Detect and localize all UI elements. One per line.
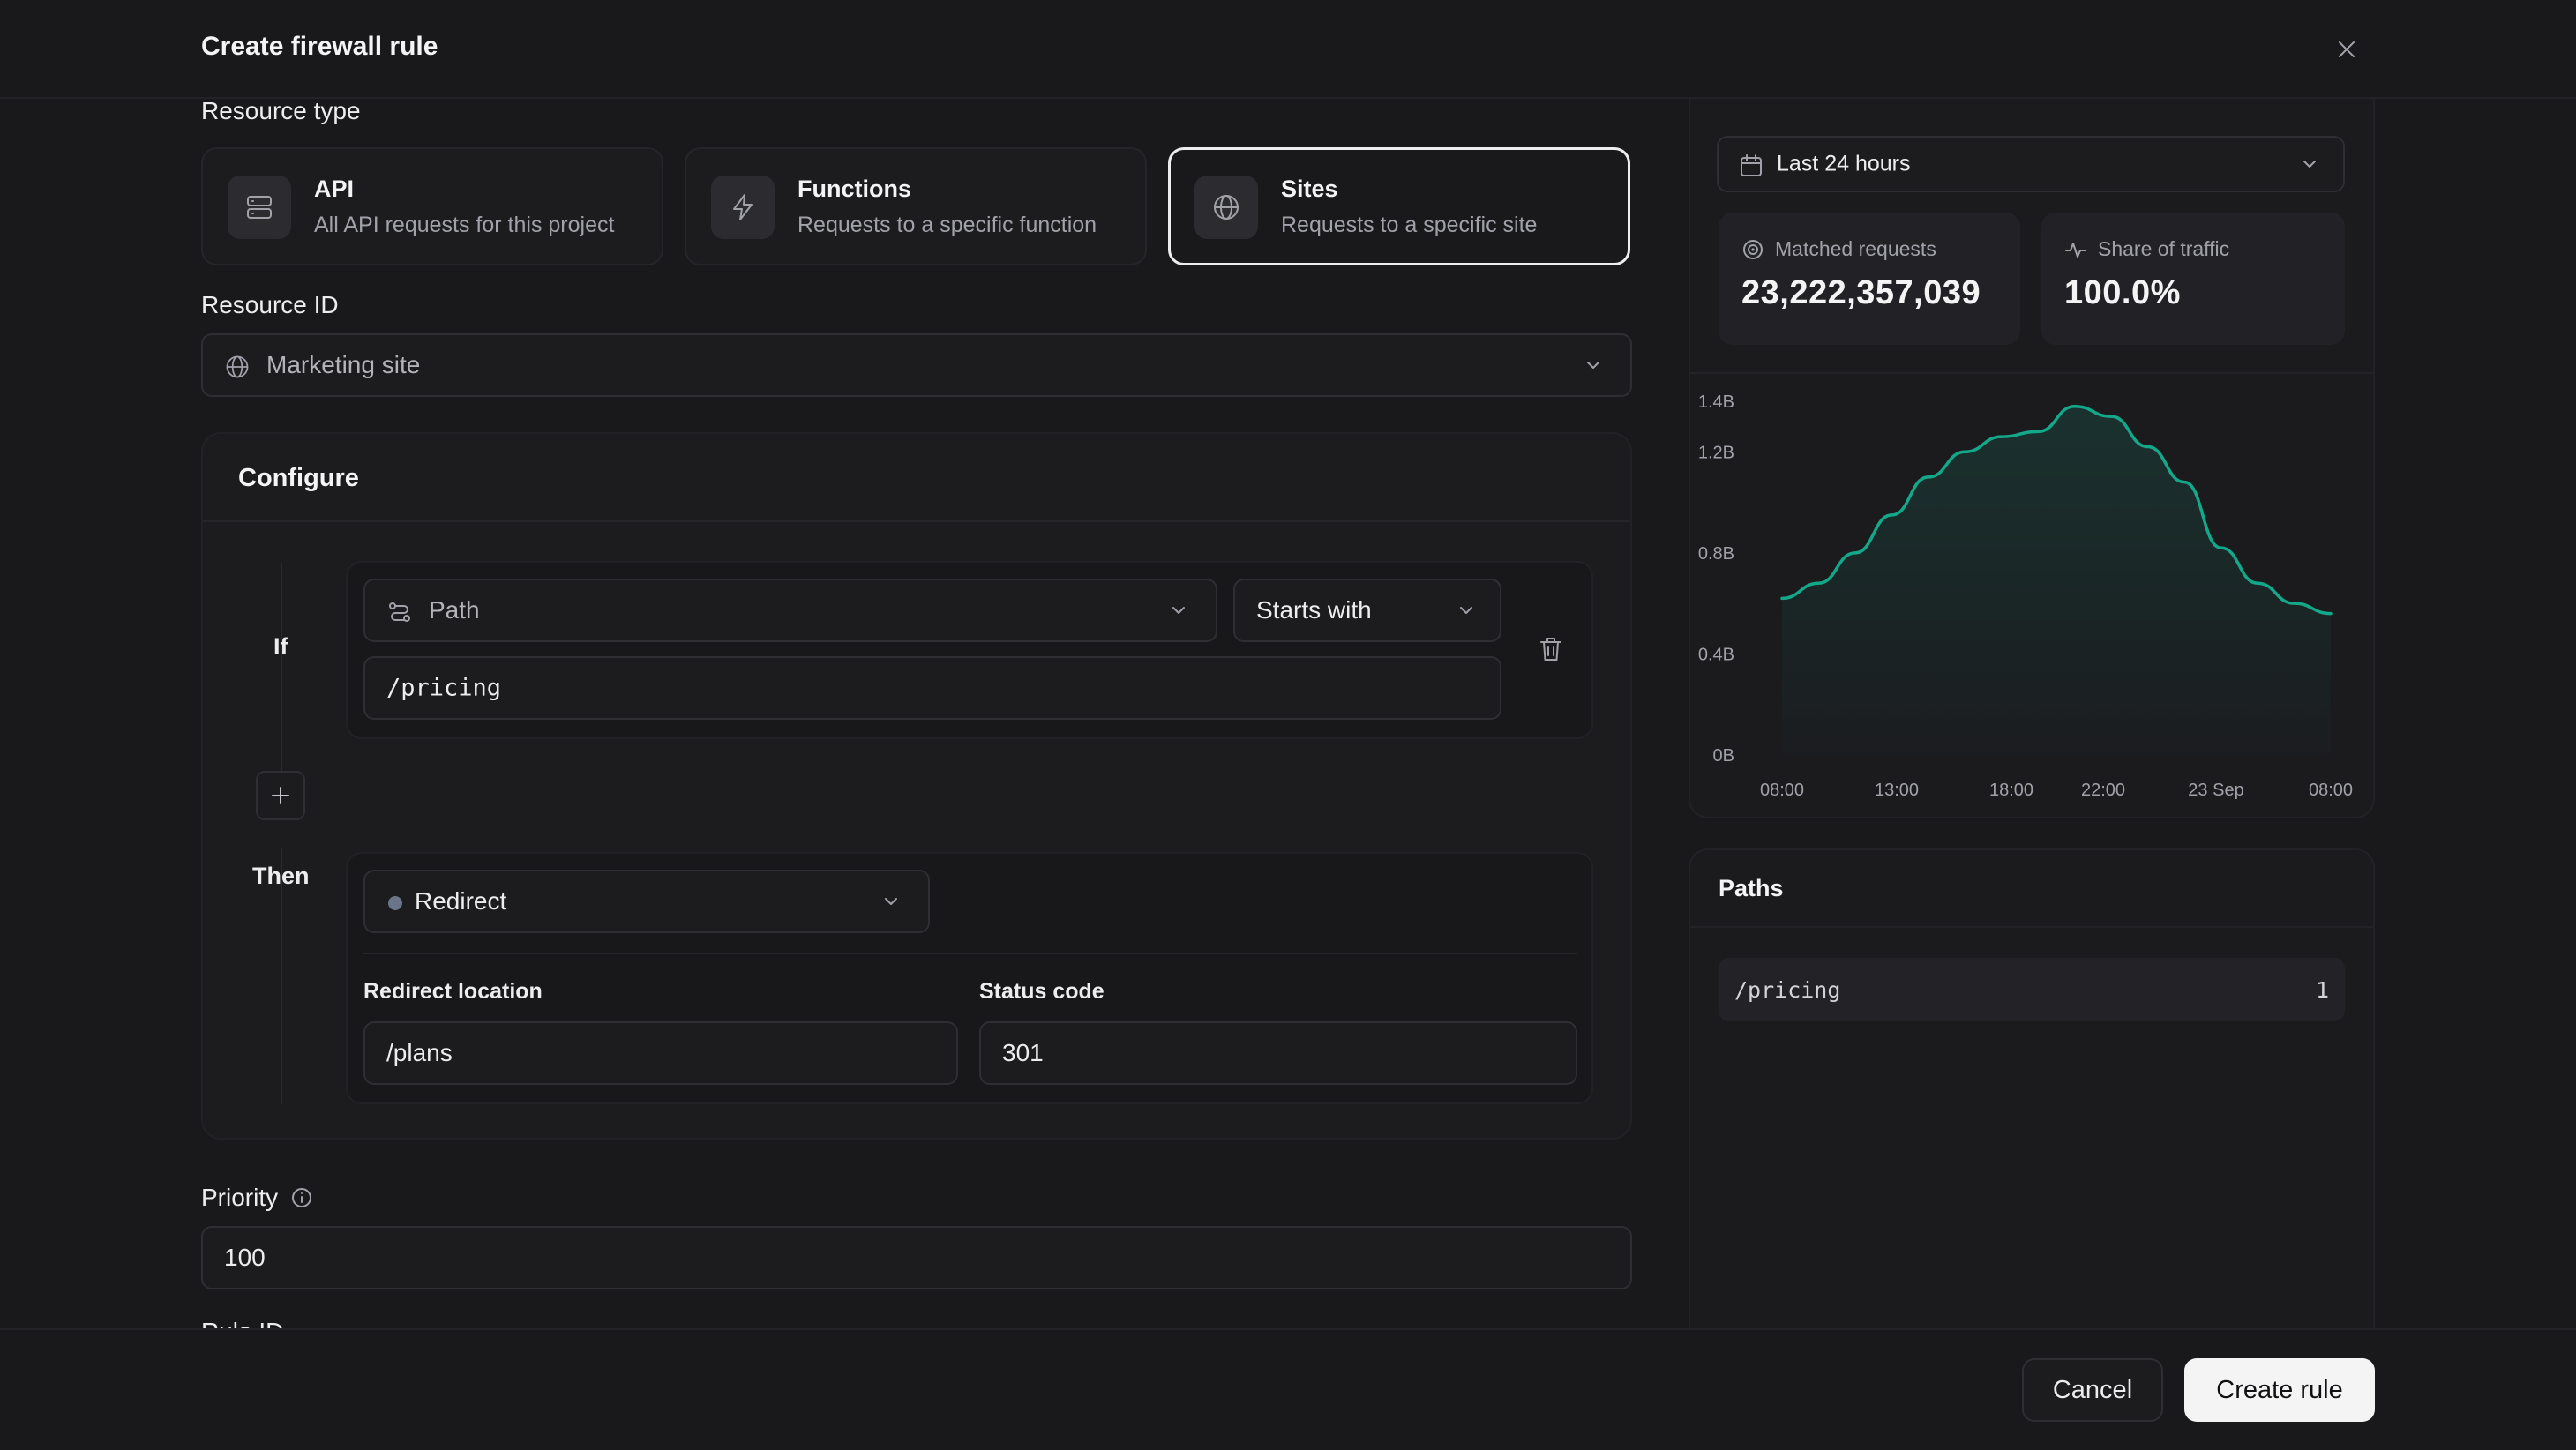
priority-label: Priority: [201, 1184, 279, 1211]
add-condition-button[interactable]: [256, 771, 305, 820]
y-tick-label: 0.8B: [1698, 544, 1734, 564]
x-tick-label: 18:00: [1989, 781, 2033, 800]
priority-value: 100: [224, 1244, 266, 1271]
chevron-down-icon: [885, 898, 897, 905]
close-icon: [2339, 41, 2355, 57]
x-tick-label: 08:00: [1760, 781, 1804, 800]
y-tick-label: 0.4B: [1698, 645, 1734, 664]
plus-icon: [272, 787, 289, 804]
priority-input[interactable]: 100: [201, 1226, 1632, 1289]
resource-option-description: Requests to a specific site: [1281, 213, 1538, 237]
calendar-icon: [1741, 154, 1762, 176]
matched-requests-card: Matched requests 23,222,357,039: [1719, 213, 2020, 345]
matched-requests-label: Matched requests: [1775, 237, 1936, 260]
resource-option-title: API: [314, 176, 355, 202]
cancel-button[interactable]: Cancel: [2022, 1358, 2163, 1422]
resource-option-sites[interactable]: Sites Requests to a specific site: [1168, 147, 1630, 265]
share-of-traffic-value: 100.0%: [2064, 274, 2181, 311]
share-of-traffic-label: Share of traffic: [2098, 237, 2230, 260]
path-row[interactable]: /pricing 1: [1719, 958, 2345, 1021]
branch-line: [281, 563, 282, 773]
paths-title: Paths: [1719, 875, 1784, 901]
time-range-value: Last 24 hours: [1777, 151, 1911, 176]
action-select[interactable]: Redirect: [363, 870, 930, 933]
condition-field-value: Path: [429, 596, 480, 624]
resource-option-title: Functions: [798, 176, 911, 202]
dialog-title: Create firewall rule: [201, 32, 438, 61]
condition-field-select[interactable]: Path: [363, 579, 1217, 642]
chevron-down-icon: [1587, 362, 1599, 369]
status-code-input[interactable]: 301: [979, 1021, 1577, 1085]
time-range-select[interactable]: Last 24 hours: [1717, 136, 2345, 192]
configure-title: Configure: [238, 464, 359, 492]
chevron-down-icon: [1172, 607, 1185, 614]
y-tick-label: 0B: [1713, 746, 1734, 766]
activity-icon: [2065, 242, 2086, 258]
x-tick-label: 22:00: [2081, 781, 2125, 800]
resource-id-label: Resource ID: [201, 291, 339, 318]
redirect-location-value: /plans: [386, 1039, 453, 1066]
globe-icon: [1214, 195, 1239, 220]
divider: [363, 953, 1577, 954]
paths-panel: Paths /pricing 1: [1689, 848, 2375, 1342]
chevron-down-icon: [1460, 607, 1472, 614]
delete-condition-button[interactable]: [1535, 633, 1567, 665]
resource-option-title: Sites: [1281, 176, 1338, 202]
chevron-down-icon: [2303, 161, 2316, 168]
route-icon: [389, 602, 410, 622]
server-icon: [247, 196, 272, 219]
info-icon[interactable]: [290, 1186, 313, 1209]
status-code-label: Status code: [979, 979, 1105, 1004]
action-status-dot: [388, 896, 402, 910]
resource-option-description: Requests to a specific function: [798, 213, 1097, 237]
configure-panel: Configure If Path Starts with /pricing T…: [201, 432, 1632, 1140]
resource-option-functions[interactable]: Functions Requests to a specific functio…: [685, 147, 1147, 265]
resource-type-label: Resource type: [201, 97, 361, 124]
action-block: Redirect Redirect location Status code /…: [346, 852, 1593, 1104]
globe-icon: [226, 355, 249, 378]
y-tick-label: 1.4B: [1698, 392, 1734, 412]
if-label: If: [273, 633, 288, 660]
action-value: Redirect: [415, 887, 507, 915]
path-row-count: 1: [2315, 977, 2329, 1003]
create-rule-button[interactable]: Create rule: [2184, 1358, 2375, 1422]
close-button[interactable]: [2329, 32, 2364, 67]
resource-id-select[interactable]: Marketing site: [201, 333, 1632, 397]
condition-value: /pricing: [386, 674, 502, 702]
share-of-traffic-card: Share of traffic 100.0%: [2041, 213, 2345, 345]
redirect-location-input[interactable]: /plans: [363, 1021, 958, 1085]
status-code-value: 301: [1002, 1039, 1044, 1066]
y-tick-label: 1.2B: [1698, 443, 1734, 462]
x-tick-label: 23 Sep: [2188, 781, 2243, 800]
condition-operator-value: Starts with: [1256, 596, 1372, 624]
dialog-header: Create firewall rule: [0, 0, 2576, 99]
resource-id-value: Marketing site: [266, 351, 421, 378]
trash-icon: [1540, 638, 1561, 661]
lightning-icon: [733, 194, 753, 220]
condition-value-input[interactable]: /pricing: [363, 656, 1501, 720]
condition-operator-select[interactable]: Starts with: [1233, 579, 1501, 642]
target-icon: [1743, 239, 1763, 259]
x-tick-label: 13:00: [1875, 781, 1919, 800]
then-label: Then: [252, 863, 310, 889]
redirect-location-label: Redirect location: [363, 979, 543, 1004]
condition-block: Path Starts with /pricing: [346, 561, 1593, 739]
path-row-path: /pricing: [1734, 977, 1841, 1003]
x-tick-label: 08:00: [2309, 781, 2353, 800]
traffic-chart: 1.4B 1.2B 0.8B 0.4B 0B 08:00 13:00 18:00 22:00 2…: [1698, 392, 2353, 800]
matched-requests-value: 23,222,357,039: [1741, 274, 1981, 311]
resource-option-description: All API requests for this project: [314, 213, 615, 237]
resource-option-api[interactable]: API All API requests for this project: [201, 147, 663, 265]
